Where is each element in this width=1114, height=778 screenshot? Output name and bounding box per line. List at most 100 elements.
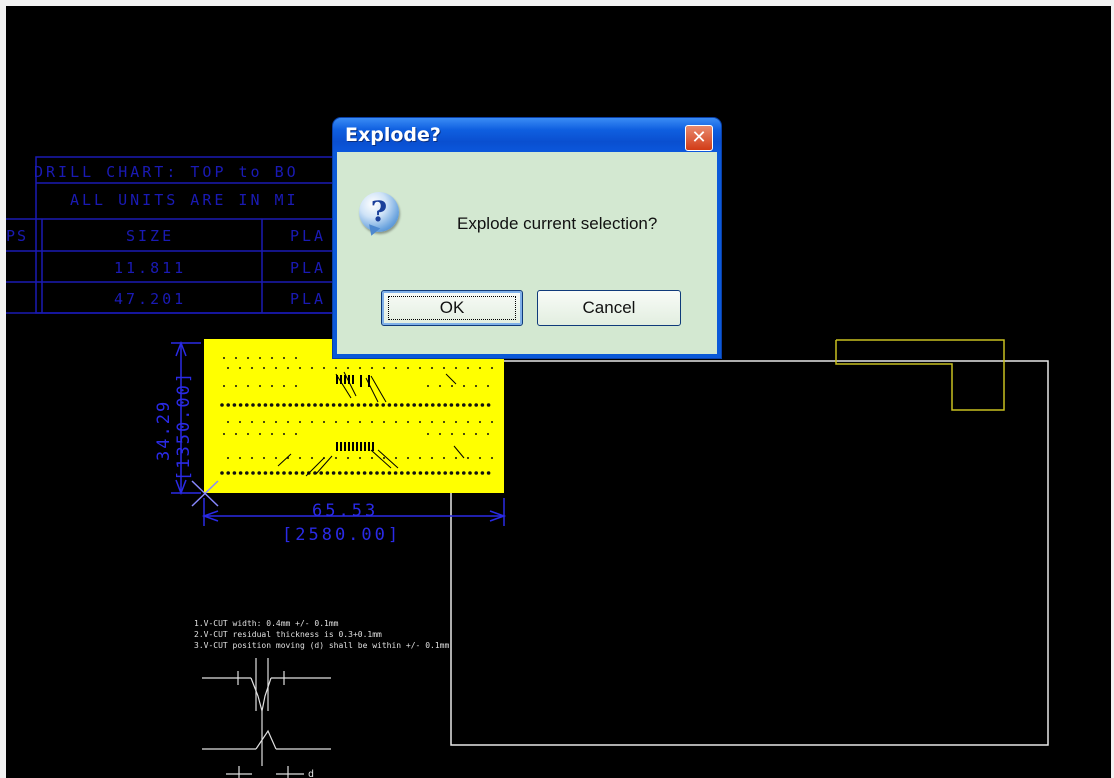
pad-dot xyxy=(443,457,445,459)
cancel-button[interactable]: Cancel xyxy=(537,290,681,326)
pad-dot xyxy=(299,421,301,423)
pad-dot xyxy=(356,471,361,475)
pad-dot xyxy=(462,403,466,407)
pad-dot xyxy=(227,457,229,459)
ok-button[interactable]: OK xyxy=(381,290,523,326)
pad-dot xyxy=(287,421,289,423)
board-outline[interactable] xyxy=(450,360,1049,746)
pad-dot xyxy=(245,471,249,475)
pad-dot xyxy=(443,421,445,423)
explode-dialog[interactable]: Explode? ✕ ? Explode current selection? … xyxy=(333,118,721,358)
pad-dot xyxy=(467,457,469,459)
drill-chart-title: DRILL CHART: TOP to BO xyxy=(34,163,299,181)
pad-dot xyxy=(439,433,441,435)
pad-dot xyxy=(271,357,273,359)
pad-dot xyxy=(480,471,485,475)
pad-dot xyxy=(347,457,349,459)
pad-dot xyxy=(251,367,253,369)
pad-dot xyxy=(359,421,361,423)
pad-dot xyxy=(395,457,397,459)
pad-dot xyxy=(395,421,397,423)
pad-dot xyxy=(350,471,355,475)
pad-dot xyxy=(325,403,330,407)
pad-dot xyxy=(406,471,410,475)
pad-dot xyxy=(239,421,241,423)
pad-dot xyxy=(468,471,472,475)
pad-dot xyxy=(335,457,337,459)
pad-dot xyxy=(455,457,457,459)
pad-dot xyxy=(455,403,460,407)
dialog-message: Explode current selection? xyxy=(457,214,658,233)
pad-dot xyxy=(269,471,274,475)
drill-chart-subtitle: ALL UNITS ARE IN MI xyxy=(70,191,299,209)
pad-dot xyxy=(431,457,433,459)
pad-dot xyxy=(383,367,385,369)
pad-dot xyxy=(257,403,261,407)
dialog-title: Explode? xyxy=(345,124,441,146)
pad-dot xyxy=(283,357,285,359)
pad-dot xyxy=(311,367,313,369)
pad-dot xyxy=(344,403,348,407)
pad-dot xyxy=(223,433,225,435)
pad-dot xyxy=(418,403,423,407)
pad-dot xyxy=(451,385,453,387)
pad-dot xyxy=(295,357,297,359)
pad-dot xyxy=(300,471,305,475)
pad-dot xyxy=(419,367,421,369)
pad-dot xyxy=(369,403,373,407)
pad-dot xyxy=(463,385,465,387)
pad-dot xyxy=(474,403,479,407)
pad-dot xyxy=(282,403,286,407)
pad-dot xyxy=(491,457,493,459)
pad-dot xyxy=(491,367,493,369)
pad-dot xyxy=(235,357,237,359)
dialog-body: ? Explode current selection? OK Cancel xyxy=(337,152,717,354)
pad-dot xyxy=(479,367,481,369)
pad-dot xyxy=(347,421,349,423)
close-button[interactable]: ✕ xyxy=(685,125,713,151)
pad-dot xyxy=(400,471,404,475)
pad-dot xyxy=(362,403,367,407)
pad-dot xyxy=(299,457,301,459)
pad-dot xyxy=(335,367,337,369)
pad-dot xyxy=(257,471,261,475)
pad-dot xyxy=(223,385,225,387)
pad-dot xyxy=(313,403,317,407)
pad-dot xyxy=(455,367,457,369)
pad-dot xyxy=(276,403,280,407)
pad-dot xyxy=(259,357,261,359)
pad-dot xyxy=(238,403,243,407)
close-icon: ✕ xyxy=(691,127,707,148)
pad-dot xyxy=(263,471,268,475)
pad-dot xyxy=(427,433,429,435)
pad-dot xyxy=(275,367,277,369)
pad-dot xyxy=(371,457,373,459)
pad-dot xyxy=(480,403,485,407)
pad-dot xyxy=(412,403,417,407)
pad-dot xyxy=(288,471,293,475)
pad-dot xyxy=(331,403,336,407)
selected-outline-highlight[interactable] xyxy=(835,339,1005,411)
drill-chart-row-size: 11.811 xyxy=(114,259,186,277)
pad-dot xyxy=(226,471,230,475)
vcut-detail-drawing xyxy=(202,658,331,778)
pad-dot xyxy=(431,367,433,369)
pad-dot xyxy=(247,357,249,359)
pad-dot xyxy=(437,403,441,407)
pad-dot xyxy=(251,403,255,407)
pad-dot xyxy=(443,471,448,475)
pad-dot xyxy=(283,433,285,435)
pad-dot xyxy=(395,367,397,369)
pcb-board[interactable] xyxy=(204,339,504,493)
pad-dot xyxy=(294,403,299,407)
pad-dot xyxy=(455,471,460,475)
pad-dot xyxy=(371,367,373,369)
pad-dot xyxy=(235,433,237,435)
pad-dot xyxy=(232,471,237,475)
pad-dot xyxy=(407,367,409,369)
pad-dot xyxy=(263,421,265,423)
pad-dot xyxy=(463,433,465,435)
pad-dot xyxy=(383,421,385,423)
dialog-titlebar[interactable]: Explode? ✕ xyxy=(333,118,721,152)
pad-dot xyxy=(487,433,489,435)
